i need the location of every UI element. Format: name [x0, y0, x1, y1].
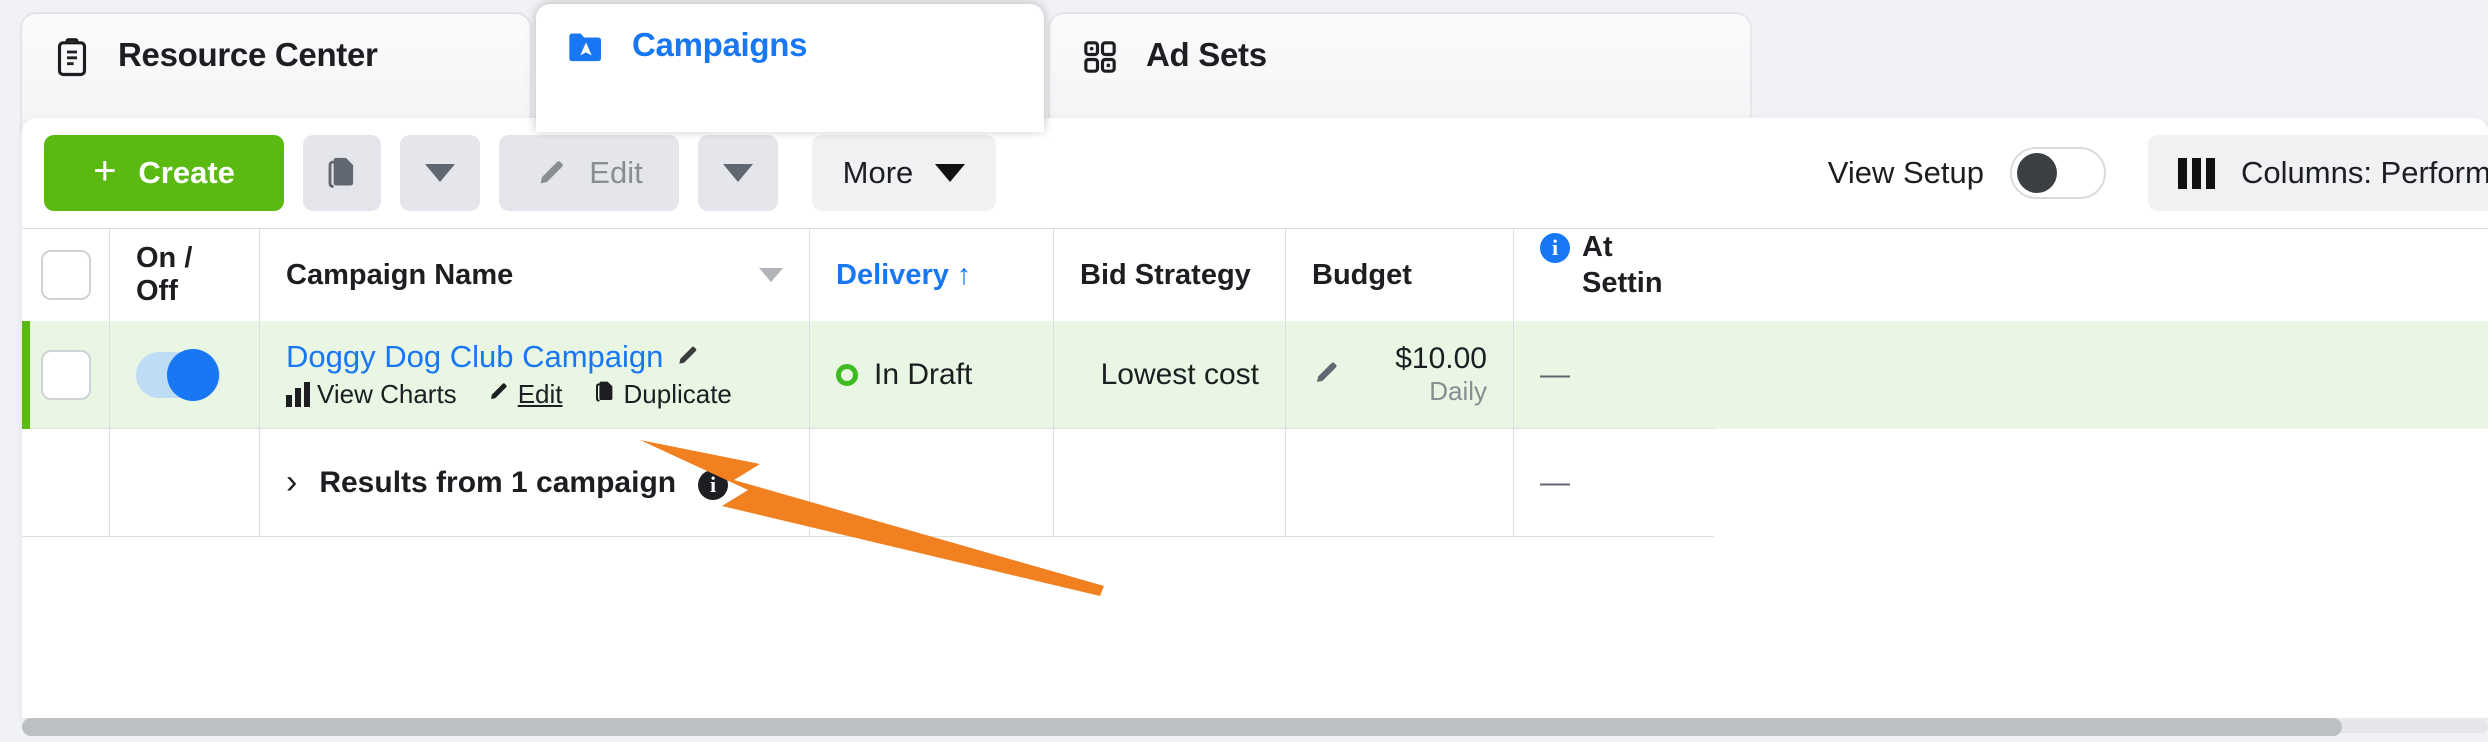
horizontal-scrollbar[interactable]: [22, 716, 2488, 738]
action-label: View Charts: [317, 379, 457, 409]
edit-action[interactable]: Edit: [487, 379, 563, 410]
select-all-checkbox[interactable]: [40, 250, 91, 300]
columns-button[interactable]: Columns: Performance: [2148, 135, 2488, 211]
attribution-value: —: [1540, 357, 1570, 391]
grid-squares-icon: [1080, 37, 1120, 77]
chevron-down-icon[interactable]: [759, 268, 783, 282]
bar-chart-icon: [286, 381, 310, 407]
campaign-name-link[interactable]: Doggy Dog Club Campaign: [286, 339, 663, 375]
campaigns-table: On / Off Campaign Name Delivery ↑ Bid St…: [22, 228, 2488, 637]
tab-ad-sets[interactable]: Ad Sets: [1050, 14, 1750, 132]
more-button[interactable]: More: [812, 135, 996, 211]
budget-amount: $10.00: [1395, 342, 1487, 375]
column-header-label: Budget: [1312, 258, 1412, 291]
view-setup-label: View Setup: [1827, 155, 1984, 190]
row-attribution-cell: —: [1514, 321, 1714, 429]
edit-button-label: Edit: [589, 155, 643, 190]
row-delivery-cell: In Draft: [810, 321, 1054, 429]
summary-bid-cell: [1054, 429, 1286, 537]
info-icon[interactable]: i: [698, 469, 729, 500]
row-bid-strategy-cell: Lowest cost: [1054, 321, 1286, 429]
action-label: Edit: [517, 379, 563, 409]
column-header-label: Delivery ↑: [836, 258, 972, 291]
tab-campaigns[interactable]: Campaigns: [536, 4, 1044, 132]
summary-select-cell: [22, 429, 110, 537]
info-icon: i: [1540, 233, 1570, 263]
duplicate-icon: [593, 379, 617, 410]
tab-label: Campaigns: [632, 26, 808, 63]
tab-bar: Resource Center Campaigns Ad Sets: [0, 0, 2488, 132]
clipboard-icon: [52, 37, 92, 77]
columns-button-label: Columns: Performance: [2241, 155, 2488, 190]
table-summary-row: › Results from 1 campaign i —: [22, 429, 2488, 537]
edit-button[interactable]: Edit: [499, 135, 679, 211]
columns-icon: [2178, 157, 2215, 189]
chevron-right-icon[interactable]: ›: [286, 463, 297, 502]
create-button[interactable]: + Create: [44, 135, 284, 211]
pencil-icon[interactable]: [1312, 357, 1342, 392]
row-checkbox[interactable]: [40, 349, 91, 400]
toolbar: + Create Edit More View Setup Columns: P…: [22, 118, 2488, 228]
row-on-off-cell: [110, 321, 260, 429]
plus-icon: +: [93, 149, 117, 193]
pencil-icon: [535, 155, 569, 192]
row-select-cell: [22, 321, 110, 429]
view-charts-action[interactable]: View Charts: [286, 379, 457, 410]
tab-label: Ad Sets: [1146, 36, 1267, 73]
column-header-attribution-setting[interactable]: i At Settin: [1514, 229, 1714, 321]
pencil-icon[interactable]: [675, 342, 701, 373]
scrollbar-thumb[interactable]: [22, 718, 2342, 736]
chevron-down-icon: [723, 164, 753, 182]
summary-delivery-cell: [810, 429, 1054, 537]
column-header-label: At: [1582, 231, 1613, 263]
summary-attribution-cell: —: [1514, 429, 1714, 537]
row-budget-cell: $10.00 Daily: [1286, 321, 1514, 429]
budget-period: Daily: [1429, 376, 1487, 406]
view-setup-toggle[interactable]: [2010, 147, 2106, 199]
toolbar-right-group: View Setup Columns: Performance: [1828, 118, 2488, 228]
summary-budget-cell: [1286, 429, 1514, 537]
chevron-down-icon: [425, 164, 455, 182]
column-header-bid-strategy[interactable]: Bid Strategy: [1054, 229, 1286, 321]
tab-label: Resource Center: [118, 36, 378, 73]
table-empty-space: [22, 537, 2488, 637]
campaign-status-toggle[interactable]: [136, 348, 220, 401]
tab-resource-center[interactable]: Resource Center: [22, 14, 530, 132]
table-row[interactable]: Doggy Dog Club Campaign View Charts Edit…: [22, 321, 2488, 429]
column-header-budget[interactable]: Budget: [1286, 229, 1514, 321]
campaign-folder-icon: [566, 27, 606, 67]
campaigns-manager-screen: Resource Center Campaigns Ad Sets + Crea…: [0, 0, 2488, 742]
summary-text: Results from 1 campaign: [319, 465, 677, 499]
action-label: Duplicate: [623, 379, 732, 409]
column-header-label: On / Off: [136, 242, 193, 307]
table-header-row: On / Off Campaign Name Delivery ↑ Bid St…: [22, 229, 2488, 321]
column-header-label-line2: Settin: [1582, 267, 1663, 299]
duplicate-action[interactable]: Duplicate: [593, 379, 732, 410]
column-header-label: Bid Strategy: [1080, 258, 1251, 291]
column-header-campaign-name[interactable]: Campaign Name: [260, 229, 810, 321]
duplicate-button[interactable]: [303, 135, 381, 211]
pencil-icon: [487, 379, 511, 410]
summary-name-cell: › Results from 1 campaign i: [260, 429, 810, 537]
status-ring-icon: [836, 363, 858, 386]
column-header-label: Campaign Name: [286, 258, 514, 291]
toggle-knob: [167, 348, 219, 401]
more-button-label: More: [842, 155, 914, 190]
chevron-down-icon: [935, 164, 966, 182]
bid-strategy-text: Lowest cost: [1100, 357, 1259, 391]
duplicate-icon: [324, 154, 360, 193]
duplicate-dropdown-button[interactable]: [400, 135, 480, 211]
row-campaign-name-cell: Doggy Dog Club Campaign View Charts Edit…: [260, 321, 810, 429]
campaigns-panel: + Create Edit More View Setup Columns: P…: [22, 118, 2488, 718]
select-all-cell: [22, 229, 110, 321]
column-header-on-off[interactable]: On / Off: [110, 229, 260, 321]
row-hover-actions: View Charts Edit Duplicate: [286, 379, 783, 410]
summary-attribution-value: —: [1540, 465, 1570, 499]
column-header-delivery[interactable]: Delivery ↑: [810, 229, 1054, 321]
delivery-status-text: In Draft: [874, 357, 973, 391]
create-button-label: Create: [138, 155, 235, 190]
toggle-knob: [2017, 153, 2057, 193]
summary-on-off-cell: [110, 429, 260, 537]
edit-dropdown-button[interactable]: [698, 135, 778, 211]
